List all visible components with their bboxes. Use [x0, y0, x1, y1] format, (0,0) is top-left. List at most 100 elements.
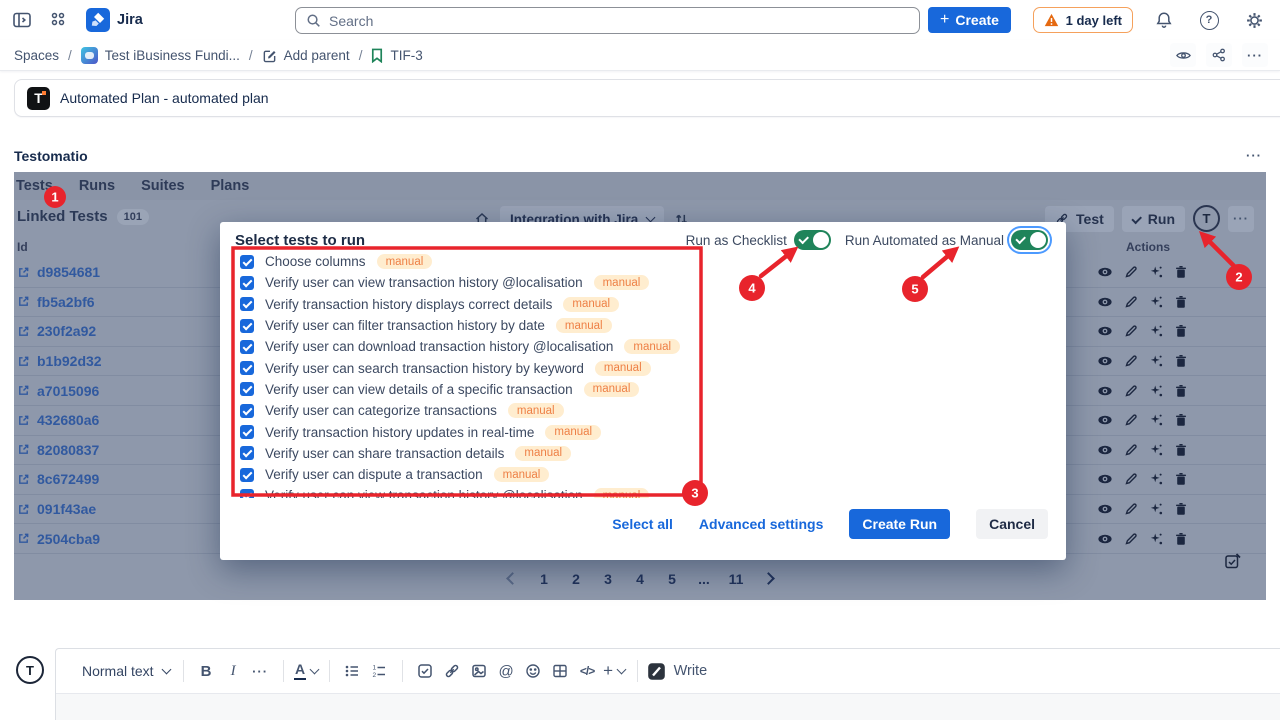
- table-button[interactable]: [547, 657, 574, 685]
- delete-trash-icon[interactable]: [1174, 324, 1188, 338]
- test-checkbox-checked[interactable]: [240, 319, 254, 333]
- add-parent-button[interactable]: Add parent: [262, 48, 350, 63]
- share-icon[interactable]: [1206, 43, 1232, 67]
- delete-trash-icon[interactable]: [1174, 354, 1188, 368]
- text-style-dropdown[interactable]: Normal text: [78, 657, 174, 685]
- view-eye-icon[interactable]: [1097, 442, 1113, 458]
- numbered-list-button[interactable]: 12: [366, 657, 393, 685]
- page-more-actions-icon[interactable]: ···: [1242, 43, 1268, 67]
- view-eye-icon[interactable]: [1097, 264, 1113, 280]
- edit-pencil-icon[interactable]: [1124, 413, 1138, 427]
- app-switcher-icon[interactable]: [44, 6, 72, 34]
- mention-button[interactable]: @: [493, 657, 520, 685]
- test-id-link[interactable]: 8c672499: [17, 471, 99, 487]
- notifications-bell-icon[interactable]: [1150, 6, 1178, 34]
- create-button[interactable]: + Create: [928, 7, 1011, 33]
- bold-button[interactable]: B: [193, 657, 220, 685]
- cancel-button[interactable]: Cancel: [976, 509, 1048, 539]
- automated-plan-card[interactable]: T Automated Plan - automated plan: [14, 79, 1280, 117]
- batch-edit-icon[interactable]: [1224, 552, 1242, 570]
- ai-sparkles-icon[interactable]: [1149, 532, 1163, 546]
- test-checkbox-checked[interactable]: [240, 361, 254, 375]
- widget-tab[interactable]: Runs: [79, 172, 115, 200]
- view-eye-icon[interactable]: [1097, 353, 1113, 369]
- trial-countdown-badge[interactable]: 1 day left: [1033, 7, 1133, 33]
- page-button[interactable]: 2: [565, 566, 588, 591]
- task-list-button[interactable]: [412, 657, 439, 685]
- test-checkbox-checked[interactable]: [240, 489, 254, 498]
- delete-trash-icon[interactable]: [1174, 295, 1188, 309]
- test-id-link[interactable]: b1b92d32: [17, 353, 102, 369]
- text-color-button[interactable]: A: [293, 657, 320, 685]
- test-checkbox-checked[interactable]: [240, 340, 254, 354]
- widget-tab[interactable]: Plans: [211, 172, 250, 200]
- ai-sparkles-icon[interactable]: [1149, 472, 1163, 486]
- code-block-button[interactable]: </>: [574, 657, 601, 685]
- test-id-link[interactable]: fb5a2bf6: [17, 294, 95, 310]
- edit-pencil-icon[interactable]: [1124, 324, 1138, 338]
- test-id-link[interactable]: 2504cba9: [17, 531, 100, 547]
- link-button[interactable]: [439, 657, 466, 685]
- test-id-link[interactable]: 091f43ae: [17, 501, 96, 517]
- page-button[interactable]: ...: [693, 566, 716, 591]
- ai-sparkles-icon[interactable]: [1149, 502, 1163, 516]
- settings-gear-icon[interactable]: [1240, 6, 1268, 34]
- view-eye-icon[interactable]: [1097, 323, 1113, 339]
- view-eye-icon[interactable]: [1097, 383, 1113, 399]
- test-id-link[interactable]: d9854681: [17, 264, 100, 280]
- test-checkbox-checked[interactable]: [240, 425, 254, 439]
- create-run-button[interactable]: Create Run: [849, 509, 950, 539]
- edit-pencil-icon[interactable]: [1124, 443, 1138, 457]
- delete-trash-icon[interactable]: [1174, 472, 1188, 486]
- widget-more-actions-icon[interactable]: ···: [1246, 148, 1262, 163]
- test-checkbox-checked[interactable]: [240, 404, 254, 418]
- page-button[interactable]: 1: [533, 566, 556, 591]
- test-id-link[interactable]: 82080837: [17, 442, 99, 458]
- italic-button[interactable]: I: [220, 657, 247, 685]
- test-id-link[interactable]: 432680a6: [17, 412, 99, 428]
- view-eye-icon[interactable]: [1097, 531, 1113, 547]
- breadcrumb-spaces[interactable]: Spaces: [14, 48, 59, 63]
- ai-sparkles-icon[interactable]: [1149, 443, 1163, 457]
- test-checkbox-checked[interactable]: [240, 468, 254, 482]
- widget-row-more-icon[interactable]: ···: [1228, 206, 1254, 232]
- test-checkbox-checked[interactable]: [240, 297, 254, 311]
- edit-pencil-icon[interactable]: [1124, 265, 1138, 279]
- test-checkbox-checked[interactable]: [240, 255, 254, 269]
- view-eye-icon[interactable]: [1097, 471, 1113, 487]
- view-eye-icon[interactable]: [1097, 412, 1113, 428]
- more-formatting-button[interactable]: ···: [247, 657, 274, 685]
- delete-trash-icon[interactable]: [1174, 443, 1188, 457]
- delete-trash-icon[interactable]: [1174, 532, 1188, 546]
- test-id-link[interactable]: a7015096: [17, 383, 99, 399]
- search-input[interactable]: Search: [295, 7, 920, 34]
- ai-sparkles-icon[interactable]: [1149, 354, 1163, 368]
- ai-sparkles-icon[interactable]: [1149, 324, 1163, 338]
- test-id-link[interactable]: 230f2a92: [17, 323, 96, 339]
- ai-sparkles-icon[interactable]: [1149, 413, 1163, 427]
- delete-trash-icon[interactable]: [1174, 384, 1188, 398]
- prev-page-button[interactable]: [501, 566, 524, 591]
- watch-eye-icon[interactable]: [1170, 43, 1196, 67]
- test-checkbox-checked[interactable]: [240, 382, 254, 396]
- widget-tab[interactable]: Tests: [16, 172, 53, 200]
- next-page-button[interactable]: [757, 566, 780, 591]
- edit-pencil-icon[interactable]: [1124, 532, 1138, 546]
- view-eye-icon[interactable]: [1097, 294, 1113, 310]
- page-button[interactable]: 3: [597, 566, 620, 591]
- page-button[interactable]: 11: [725, 566, 748, 591]
- delete-trash-icon[interactable]: [1174, 265, 1188, 279]
- run-button[interactable]: Run: [1122, 206, 1185, 232]
- jira-home-link[interactable]: Jira: [86, 8, 143, 32]
- edit-pencil-icon[interactable]: [1124, 295, 1138, 309]
- ai-sparkles-icon[interactable]: [1149, 295, 1163, 309]
- run-as-checklist-toggle[interactable]: [794, 230, 831, 250]
- edit-pencil-icon[interactable]: [1124, 502, 1138, 516]
- edit-pencil-icon[interactable]: [1124, 472, 1138, 486]
- widget-tab[interactable]: Suites: [141, 172, 185, 200]
- ai-sparkles-icon[interactable]: [1149, 265, 1163, 279]
- test-checkbox-checked[interactable]: [240, 276, 254, 290]
- emoji-button[interactable]: [520, 657, 547, 685]
- bullet-list-button[interactable]: [339, 657, 366, 685]
- image-button[interactable]: [466, 657, 493, 685]
